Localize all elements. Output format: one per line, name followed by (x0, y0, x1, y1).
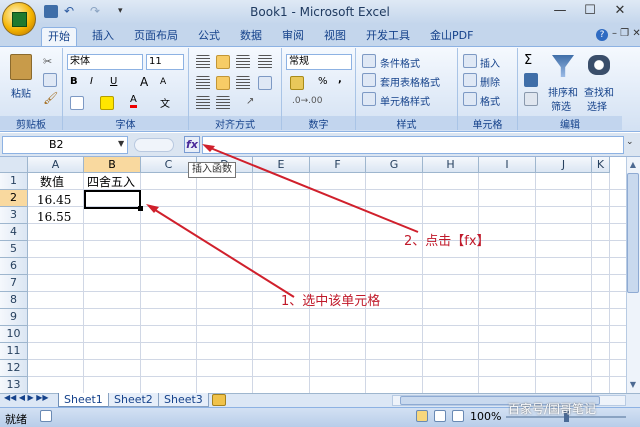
annotation-arrows (146, 144, 419, 298)
excel-logo-icon (12, 12, 27, 27)
arrow-to-b2 (151, 207, 295, 298)
insert-function-tooltip: 插入函数 (188, 162, 236, 178)
office-button[interactable] (2, 2, 36, 36)
arrow-to-fx (207, 146, 419, 233)
annotation-step-1: 1、选中该单元格 (281, 294, 381, 309)
arrowhead-fx (202, 144, 215, 152)
annotation-step-2: 2、点击【fx】 (404, 234, 490, 249)
